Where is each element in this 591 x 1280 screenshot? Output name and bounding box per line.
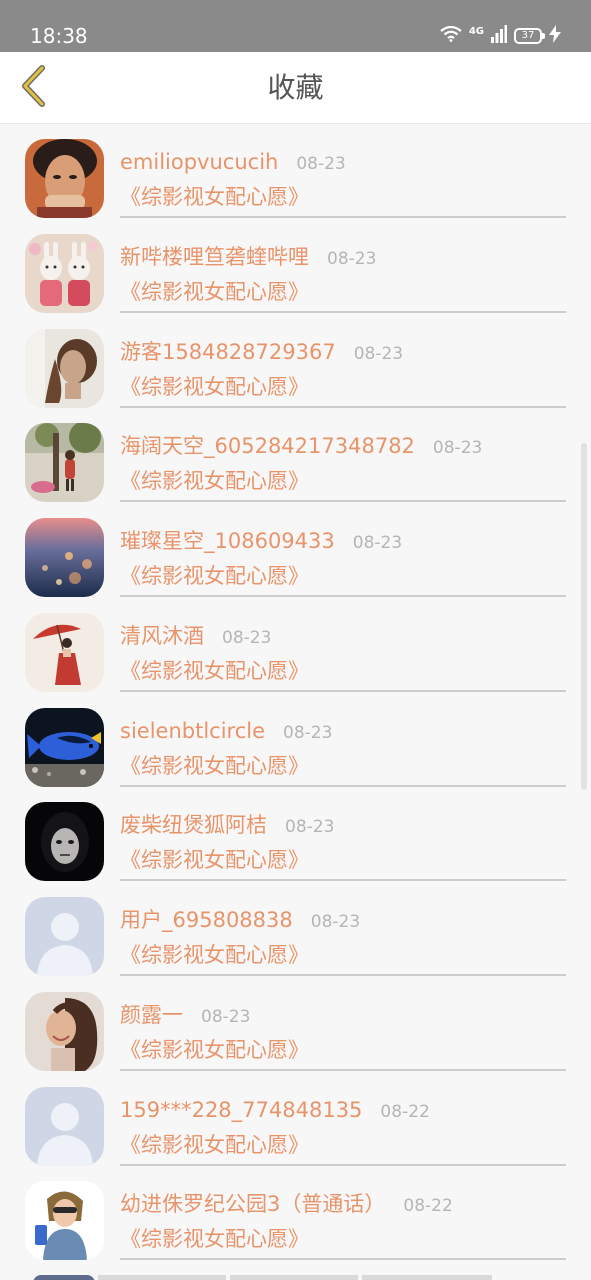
avatar-default-person	[25, 1087, 104, 1166]
list-item[interactable]: 159***228_774848135 08-22 《综影视女配心愿》	[0, 1073, 591, 1168]
book-title: 《综影视女配心愿》	[120, 564, 309, 588]
book-title: 《综影视女配心愿》	[120, 280, 309, 304]
avatar-smiling-woman	[25, 992, 104, 1071]
list-item[interactable]: 废柴纽煲狐阿桔 08-23 《综影视女配心愿》	[0, 788, 591, 883]
item-date: 08-23	[432, 438, 483, 458]
avatar-default-person	[25, 897, 104, 976]
item-date: 08-23	[352, 533, 403, 553]
battery-icon: 37	[514, 28, 545, 44]
row-divider	[120, 216, 566, 218]
avatar-bunny-figures	[25, 234, 104, 313]
book-title: 《综影视女配心愿》	[120, 185, 309, 209]
item-date: 08-22	[380, 1102, 430, 1122]
item-date: 08-23	[310, 912, 361, 932]
partial-avatar	[33, 1275, 95, 1280]
user-name: 159***228_774848135	[120, 1098, 363, 1122]
row-divider	[120, 500, 566, 502]
item-date: 08-23	[283, 723, 333, 743]
row-divider	[120, 690, 566, 692]
book-title: 《综影视女配心愿》	[120, 659, 309, 683]
book-title: 《综影视女配心愿》	[120, 848, 309, 872]
list-item[interactable]: 颜露一 08-23 《综影视女配心愿》	[0, 978, 591, 1073]
avatar-blue-fish	[25, 708, 104, 787]
user-name: 新哔楼哩笪砻蝰哔哩	[120, 245, 309, 269]
avatar-woman-face	[25, 139, 104, 218]
avatar-child-tree	[25, 423, 104, 502]
avatar-umbrella-girl	[25, 613, 104, 692]
avatar-bokeh-lights	[25, 518, 104, 597]
list-item[interactable]: 用户_695808838 08-23 《综影视女配心愿》	[0, 883, 591, 978]
row-divider	[120, 879, 566, 881]
item-date: 08-23	[296, 154, 346, 174]
list-item[interactable]: emiliopvucucih 08-23 《综影视女配心愿》	[0, 125, 591, 220]
partial-list-item	[0, 1272, 591, 1280]
book-title: 《综影视女配心愿》	[120, 469, 309, 493]
avatar-dark-mask	[25, 802, 104, 881]
row-divider	[120, 785, 566, 787]
scrollbar[interactable]	[581, 443, 587, 790]
row-divider	[120, 1258, 566, 1260]
status-time: 18:38	[30, 24, 88, 48]
list-item[interactable]: 游客1584828729367 08-23 《综影视女配心愿》	[0, 315, 591, 410]
book-title: 《综影视女配心愿》	[120, 943, 309, 967]
network-type: 4G	[468, 26, 484, 37]
item-date: 08-23	[353, 344, 404, 364]
row-divider	[120, 974, 566, 976]
row-divider	[120, 1069, 566, 1071]
book-title: 《综影视女配心愿》	[120, 754, 309, 778]
list-item[interactable]: 清风沐酒 08-23 《综影视女配心愿》	[0, 599, 591, 694]
partial-divider	[362, 1275, 492, 1280]
list-item[interactable]: 新哔楼哩笪砻蝰哔哩 08-23 《综影视女配心愿》	[0, 220, 591, 315]
user-name: 游客1584828729367	[120, 340, 336, 364]
user-name: 用户_695808838	[120, 908, 293, 932]
item-date: 08-23	[285, 817, 335, 837]
partial-divider	[98, 1275, 226, 1280]
row-divider	[120, 406, 566, 408]
list-item[interactable]: sielenbtlcircle 08-23 《综影视女配心愿》	[0, 694, 591, 789]
book-title: 《综影视女配心愿》	[120, 1038, 309, 1062]
row-divider	[120, 595, 566, 597]
list-item[interactable]: 幼进侏罗纪公园3（普通话） 08-22 《综影视女配心愿》	[0, 1167, 591, 1262]
row-divider	[120, 311, 566, 313]
item-date: 08-23	[201, 1007, 251, 1027]
user-name: 颜露一	[120, 1003, 183, 1027]
item-date: 08-23	[327, 249, 377, 269]
user-name: 幼进侏罗纪公园3（普通话）	[120, 1192, 386, 1216]
book-title: 《综影视女配心愿》	[120, 1227, 309, 1251]
item-date: 08-23	[222, 628, 272, 648]
list-item[interactable]: 璀璨星空_108609433 08-23 《综影视女配心愿》	[0, 504, 591, 599]
item-date: 08-22	[403, 1196, 453, 1216]
page-title: 收藏	[267, 71, 324, 104]
user-name: 海阔天空_605284217348782	[120, 434, 415, 458]
user-name: 清风沐酒	[120, 624, 204, 648]
row-divider	[120, 1164, 566, 1166]
app-header: 收藏	[0, 52, 591, 124]
partial-divider	[230, 1275, 358, 1280]
status-bar: 18:38 4G 37	[0, 0, 591, 52]
user-name: 废柴纽煲狐阿桔	[120, 813, 267, 837]
avatar-mannequin-head	[25, 329, 104, 408]
wifi-icon	[440, 25, 462, 46]
signal-icon	[491, 25, 507, 47]
user-name: emiliopvucucih	[120, 150, 279, 174]
user-name: sielenbtlcircle	[120, 719, 266, 743]
charging-icon	[549, 25, 561, 47]
avatar-girl-sunglasses	[25, 1181, 104, 1260]
list-item[interactable]: 海阔天空_605284217348782 08-23 《综影视女配心愿》	[0, 409, 591, 504]
status-icons: 4G 37	[440, 25, 561, 47]
book-title: 《综影视女配心愿》	[120, 1133, 309, 1157]
book-title: 《综影视女配心愿》	[120, 375, 309, 399]
user-name: 璀璨星空_108609433	[120, 529, 335, 553]
